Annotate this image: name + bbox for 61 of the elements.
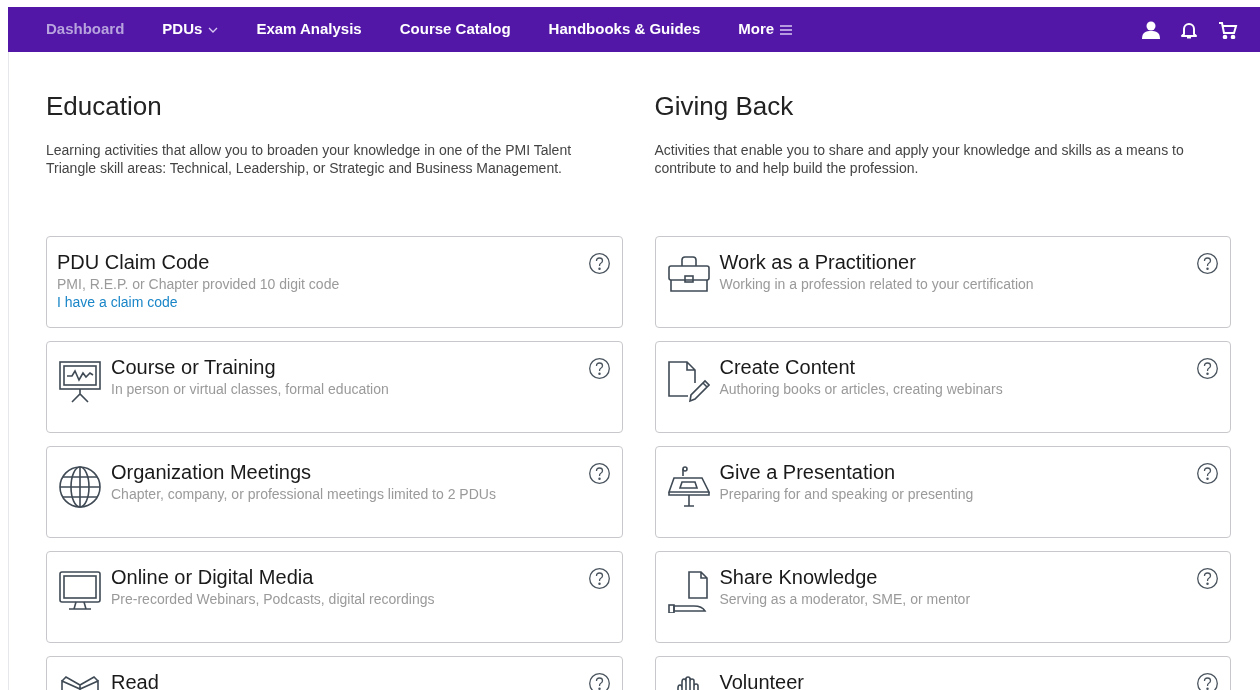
card-title: Read [111, 670, 160, 690]
help-icon[interactable] [588, 358, 610, 379]
user-icon[interactable] [1142, 20, 1160, 39]
card-title: Share Knowledge [719, 565, 879, 589]
card-subtitle: Chapter, company, or professional meetings limited to 2 PDUs [111, 485, 497, 503]
hand-holding-document-icon [667, 571, 710, 613]
card-title: PDU Claim Code [57, 250, 211, 274]
monitor-icon [59, 571, 101, 611]
menu-icon [780, 24, 793, 35]
section-description: Learning activities that allow you to broaden your knowledge in one of the PMI Talent Triangle skill areas: Technical, Leadership, or Strategic and Business Management. [45, 141, 573, 177]
chevron-down-icon [208, 26, 219, 33]
help-icon[interactable] [588, 463, 610, 484]
card-subtitle: Pre-recorded Webinars, Podcasts, digital recordings [111, 590, 436, 608]
activity-card[interactable]: Work as a Practitioner Working in a profession related to your certification [654, 236, 1231, 328]
section-heading: Giving Back [653, 90, 795, 122]
easel-chart-icon [59, 361, 101, 403]
activity-card[interactable]: Share Knowledge Serving as a moderator, SME, or mentor [654, 551, 1231, 643]
claim-code-link[interactable]: I have a claim code [57, 293, 178, 311]
globe-icon [59, 466, 101, 508]
card-subtitle: PMI, R.E.P. or Chapter provided 10 digit code [57, 275, 341, 293]
section-description: Activities that enable you to share and apply your knowledge and skills as a means to contribute to and help build the profession. [653, 141, 1185, 177]
card-title: Work as a Practitioner [719, 250, 917, 274]
activity-card[interactable]: Course or Training In person or virtual classes, formal education [46, 341, 623, 433]
podium-icon [667, 466, 710, 508]
card-title: Course or Training [111, 355, 277, 379]
notification-bell-icon[interactable] [1180, 20, 1198, 39]
card-subtitle: Authoring books or articles, creating webinars [719, 380, 1004, 398]
activity-card[interactable]: Organization Meetings Chapter, company, or professional meetings limited to 2 PDUs [46, 446, 623, 538]
activity-card[interactable]: Online or Digital Media Pre-recorded Webinars, Podcasts, digital recordings [46, 551, 623, 643]
help-icon[interactable] [588, 253, 610, 274]
activity-card[interactable]: Read [46, 656, 623, 690]
help-icon[interactable] [1197, 673, 1218, 690]
nav-link[interactable]: Dashboard [46, 18, 125, 41]
help-icon[interactable] [588, 673, 610, 690]
help-icon[interactable] [1197, 568, 1218, 589]
activity-card[interactable]: Volunteer [654, 656, 1231, 690]
activity-card[interactable]: PDU Claim Code PMI, R.E.P. or Chapter provided 10 digit code I have a claim code [46, 236, 623, 328]
card-subtitle: Preparing for and speaking or presenting [719, 485, 975, 503]
card-subtitle: In person or virtual classes, formal education [111, 380, 390, 398]
nav-link[interactable]: Exam Analysis [256, 18, 362, 41]
card-title: Volunteer [719, 670, 805, 690]
card-subtitle: Working in a profession related to your certification [719, 275, 1035, 293]
card-title: Online or Digital Media [111, 565, 315, 589]
shopping-cart-icon[interactable] [1218, 20, 1238, 39]
card-subtitle: Serving as a moderator, SME, or mentor [719, 590, 972, 608]
help-icon[interactable] [1197, 253, 1218, 274]
document-pencil-icon [667, 361, 710, 403]
activity-card[interactable]: Give a Presentation Preparing for and speaking or presenting [654, 446, 1231, 538]
nav-link[interactable]: More [738, 18, 793, 41]
help-icon[interactable] [1197, 358, 1218, 379]
help-icon[interactable] [1197, 463, 1218, 484]
section-heading: Education [45, 90, 163, 122]
card-title: Create Content [719, 355, 857, 379]
activity-card[interactable]: Create Content Authoring books or articles, creating webinars [654, 341, 1231, 433]
nav-link[interactable]: PDUs [162, 18, 219, 41]
nav-link[interactable]: Course Catalog [399, 18, 511, 41]
nav-link[interactable]: Handbooks & Guides [548, 18, 701, 41]
briefcase-icon [667, 256, 710, 292]
card-title: Give a Presentation [719, 460, 897, 484]
help-icon[interactable] [588, 568, 610, 589]
card-title: Organization Meetings [111, 460, 313, 484]
